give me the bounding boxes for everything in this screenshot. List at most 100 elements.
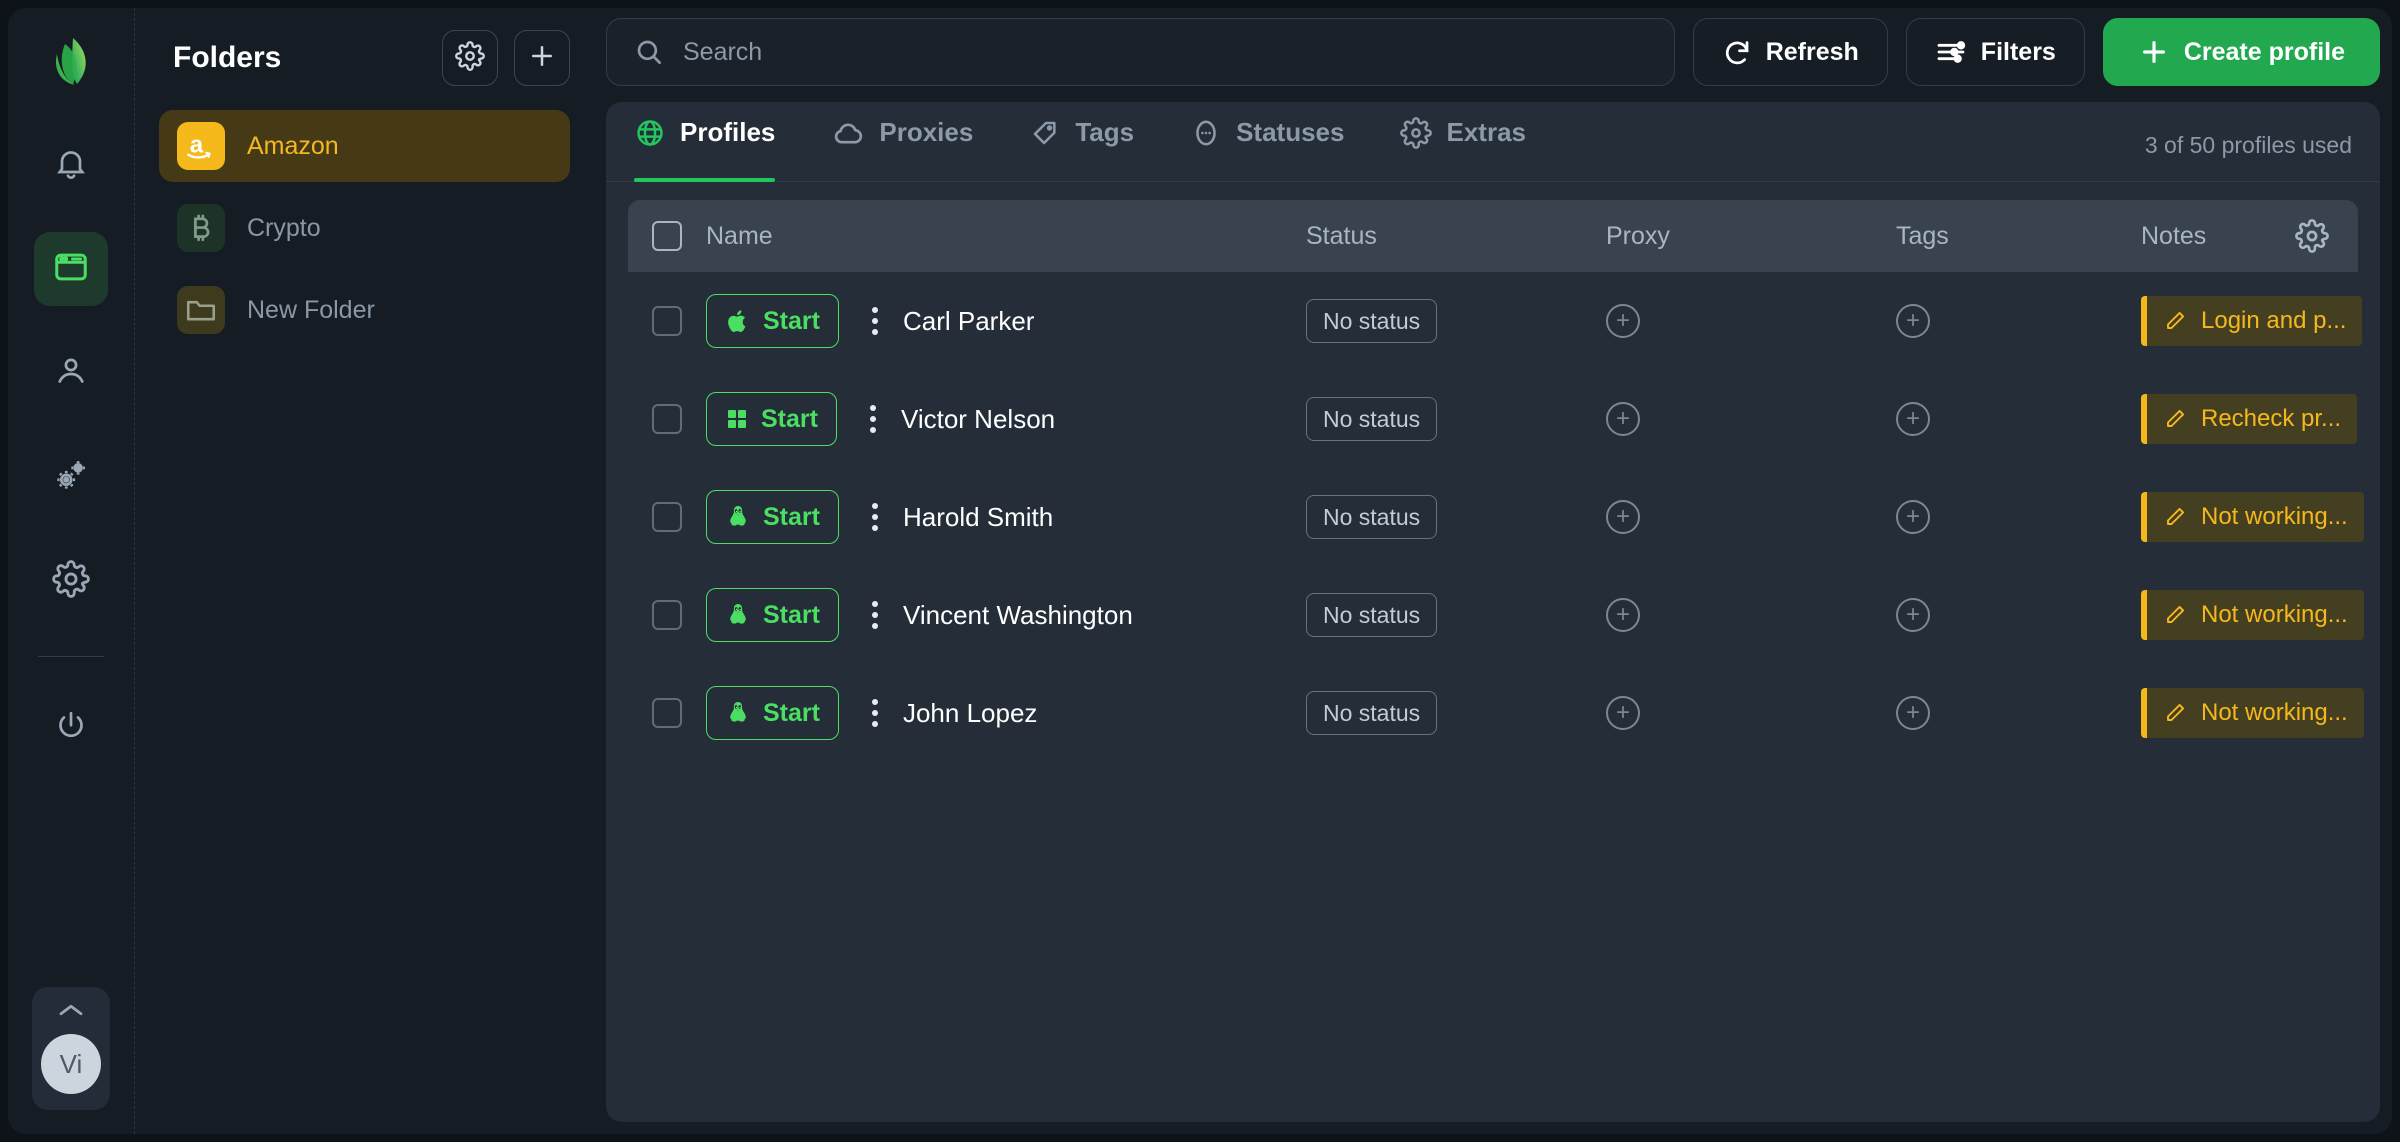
refresh-button[interactable]: Refresh bbox=[1693, 18, 1888, 86]
note-badge[interactable]: Not working... bbox=[2141, 492, 2364, 542]
cloud-icon bbox=[831, 116, 865, 150]
browser-window-icon bbox=[52, 248, 90, 291]
start-button[interactable]: Start bbox=[706, 490, 839, 544]
pencil-icon bbox=[2163, 701, 2187, 725]
user-menu[interactable]: Vi bbox=[32, 987, 110, 1110]
row-menu-button[interactable] bbox=[851, 405, 895, 433]
note-badge[interactable]: Not working... bbox=[2141, 688, 2364, 738]
note-badge[interactable]: Recheck pr... bbox=[2141, 394, 2357, 444]
start-button[interactable]: Start bbox=[706, 294, 839, 348]
add-tag-button[interactable]: + bbox=[1896, 304, 1930, 338]
column-header-tags[interactable]: Tags bbox=[1896, 222, 2141, 251]
rail-item-settings[interactable] bbox=[34, 544, 108, 618]
start-label: Start bbox=[763, 307, 820, 336]
note-text: Recheck pr... bbox=[2201, 405, 2341, 433]
table-row[interactable]: Start Victor Nelson No status + + Re bbox=[628, 370, 2358, 468]
gear-icon bbox=[1400, 117, 1432, 149]
status-badge[interactable]: No status bbox=[1306, 397, 1437, 441]
rail-item-power[interactable] bbox=[34, 691, 108, 765]
folder-label: Amazon bbox=[247, 132, 339, 161]
folder-item-amazon[interactable]: a Amazon bbox=[159, 110, 570, 182]
folder-item-crypto[interactable]: Crypto bbox=[159, 192, 570, 264]
tab-proxies[interactable]: Proxies bbox=[831, 102, 995, 181]
start-button[interactable]: Start bbox=[706, 686, 839, 740]
tab-profiles[interactable]: Profiles bbox=[634, 102, 797, 181]
add-proxy-button[interactable]: + bbox=[1606, 598, 1640, 632]
app-shell: Vi Folders bbox=[8, 8, 2392, 1134]
row-checkbox[interactable] bbox=[628, 306, 706, 336]
gear-icon bbox=[2295, 219, 2329, 253]
note-text: Not working... bbox=[2201, 601, 2348, 629]
tab-statuses[interactable]: Statuses bbox=[1190, 102, 1366, 181]
start-button[interactable]: Start bbox=[706, 392, 837, 446]
start-button[interactable]: Start bbox=[706, 588, 839, 642]
power-icon bbox=[53, 708, 89, 749]
add-proxy-button[interactable]: + bbox=[1606, 500, 1640, 534]
row-menu-button[interactable] bbox=[853, 601, 897, 629]
rail-item-automation[interactable] bbox=[34, 440, 108, 514]
row-checkbox[interactable] bbox=[628, 404, 706, 434]
refresh-label: Refresh bbox=[1766, 38, 1859, 67]
select-all-checkbox[interactable] bbox=[628, 221, 706, 251]
profile-name: John Lopez bbox=[903, 698, 1037, 729]
folders-settings-button[interactable] bbox=[442, 30, 498, 86]
search-placeholder: Search bbox=[683, 38, 762, 67]
add-tag-button[interactable]: + bbox=[1896, 696, 1930, 730]
filters-label: Filters bbox=[1981, 38, 2056, 67]
row-menu-button[interactable] bbox=[853, 503, 897, 531]
profiles-card: Profiles Proxies bbox=[606, 102, 2380, 1122]
column-header-proxy[interactable]: Proxy bbox=[1606, 222, 1896, 251]
tab-extras[interactable]: Extras bbox=[1400, 102, 1548, 181]
table-settings-button[interactable] bbox=[2266, 219, 2358, 253]
column-header-status[interactable]: Status bbox=[1306, 222, 1606, 251]
status-badge[interactable]: No status bbox=[1306, 593, 1437, 637]
table-row[interactable]: Start Harold Smith No status + + Not bbox=[628, 468, 2358, 566]
tab-tags[interactable]: Tags bbox=[1029, 102, 1156, 181]
filters-button[interactable]: Filters bbox=[1906, 18, 2085, 86]
note-badge[interactable]: Not working... bbox=[2141, 590, 2364, 640]
plus-icon bbox=[527, 41, 557, 76]
linux-icon bbox=[725, 602, 751, 628]
add-tag-button[interactable]: + bbox=[1896, 598, 1930, 632]
rail-item-account[interactable] bbox=[34, 336, 108, 410]
table-row[interactable]: Start Vincent Washington No status + + bbox=[628, 566, 2358, 664]
folders-header: Folders bbox=[159, 30, 570, 86]
globe-icon bbox=[634, 117, 666, 149]
app-logo-icon bbox=[43, 34, 99, 90]
folder-label: New Folder bbox=[247, 296, 375, 325]
table-row[interactable]: Start John Lopez No status + + Not w bbox=[628, 664, 2358, 762]
row-menu-button[interactable] bbox=[853, 699, 897, 727]
create-profile-button[interactable]: Create profile bbox=[2103, 18, 2380, 86]
tab-label: Profiles bbox=[680, 117, 775, 148]
start-label: Start bbox=[763, 601, 820, 630]
status-badge[interactable]: No status bbox=[1306, 691, 1437, 735]
icon-rail: Vi bbox=[8, 8, 134, 1134]
status-badge[interactable]: No status bbox=[1306, 495, 1437, 539]
row-checkbox[interactable] bbox=[628, 600, 706, 630]
search-input[interactable]: Search bbox=[606, 18, 1675, 86]
status-badge[interactable]: No status bbox=[1306, 299, 1437, 343]
rail-item-browser-profiles[interactable] bbox=[34, 232, 108, 306]
row-menu-button[interactable] bbox=[853, 307, 897, 335]
add-tag-button[interactable]: + bbox=[1896, 402, 1930, 436]
column-header-notes[interactable]: Notes bbox=[2141, 222, 2266, 251]
row-checkbox[interactable] bbox=[628, 502, 706, 532]
svg-text:a: a bbox=[190, 131, 204, 158]
add-folder-button[interactable] bbox=[514, 30, 570, 86]
add-proxy-button[interactable]: + bbox=[1606, 304, 1640, 338]
pencil-icon bbox=[2163, 505, 2187, 529]
note-badge[interactable]: Login and p... bbox=[2141, 296, 2362, 346]
rail-divider bbox=[38, 656, 104, 657]
add-proxy-button[interactable]: + bbox=[1606, 696, 1640, 730]
add-proxy-button[interactable]: + bbox=[1606, 402, 1640, 436]
table-row[interactable]: Start Carl Parker No status + + bbox=[628, 272, 2358, 370]
rail-item-notifications[interactable] bbox=[34, 128, 108, 202]
tab-bar: Profiles Proxies bbox=[606, 102, 2380, 182]
avatar[interactable]: Vi bbox=[41, 1034, 101, 1094]
table-header-row: Name Status Proxy Tags Notes bbox=[628, 200, 2358, 272]
row-checkbox[interactable] bbox=[628, 698, 706, 728]
folder-item-new-folder[interactable]: New Folder bbox=[159, 274, 570, 346]
column-header-name[interactable]: Name bbox=[706, 222, 1306, 251]
add-tag-button[interactable]: + bbox=[1896, 500, 1930, 534]
start-label: Start bbox=[761, 405, 818, 434]
